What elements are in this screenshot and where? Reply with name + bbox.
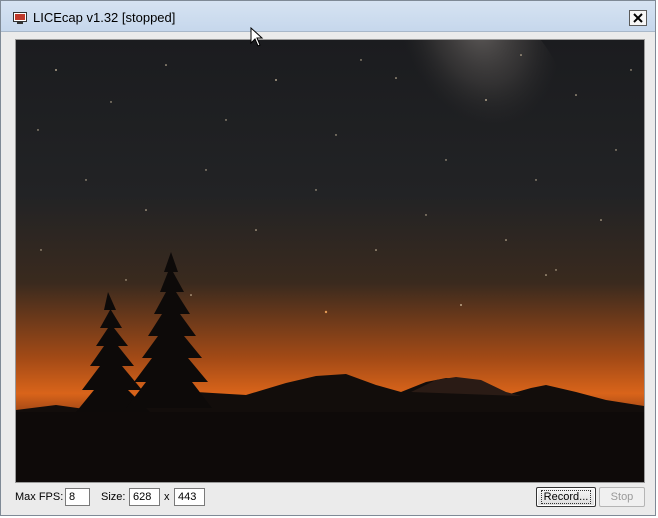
max-fps-label: Max FPS: (15, 491, 64, 503)
max-fps-input[interactable] (65, 488, 90, 506)
capture-area[interactable] (15, 39, 645, 483)
close-button[interactable] (629, 10, 647, 26)
licecap-window: LICEcap v1.32 [stopped] Max FPS: 8 Size:… (0, 0, 656, 516)
size-label: Size: (101, 491, 126, 503)
window-title: LICEcap v1.32 [stopped] (33, 10, 176, 25)
mouse-cursor-icon (250, 27, 264, 47)
size-separator: x (164, 491, 170, 503)
record-button-label: Record... (540, 490, 592, 504)
foreground-ground (16, 412, 644, 482)
captured-screen-image (16, 40, 644, 482)
width-input[interactable] (129, 488, 160, 506)
record-button[interactable]: Record... (536, 487, 596, 507)
licecap-app-icon (13, 11, 27, 24)
height-input[interactable] (174, 488, 205, 506)
title-bar[interactable]: LICEcap v1.32 [stopped] (1, 1, 655, 32)
status-bar: Max FPS: Size: x Record... Stop (1, 485, 655, 509)
close-icon (633, 13, 643, 23)
stop-button[interactable]: Stop (599, 487, 645, 507)
